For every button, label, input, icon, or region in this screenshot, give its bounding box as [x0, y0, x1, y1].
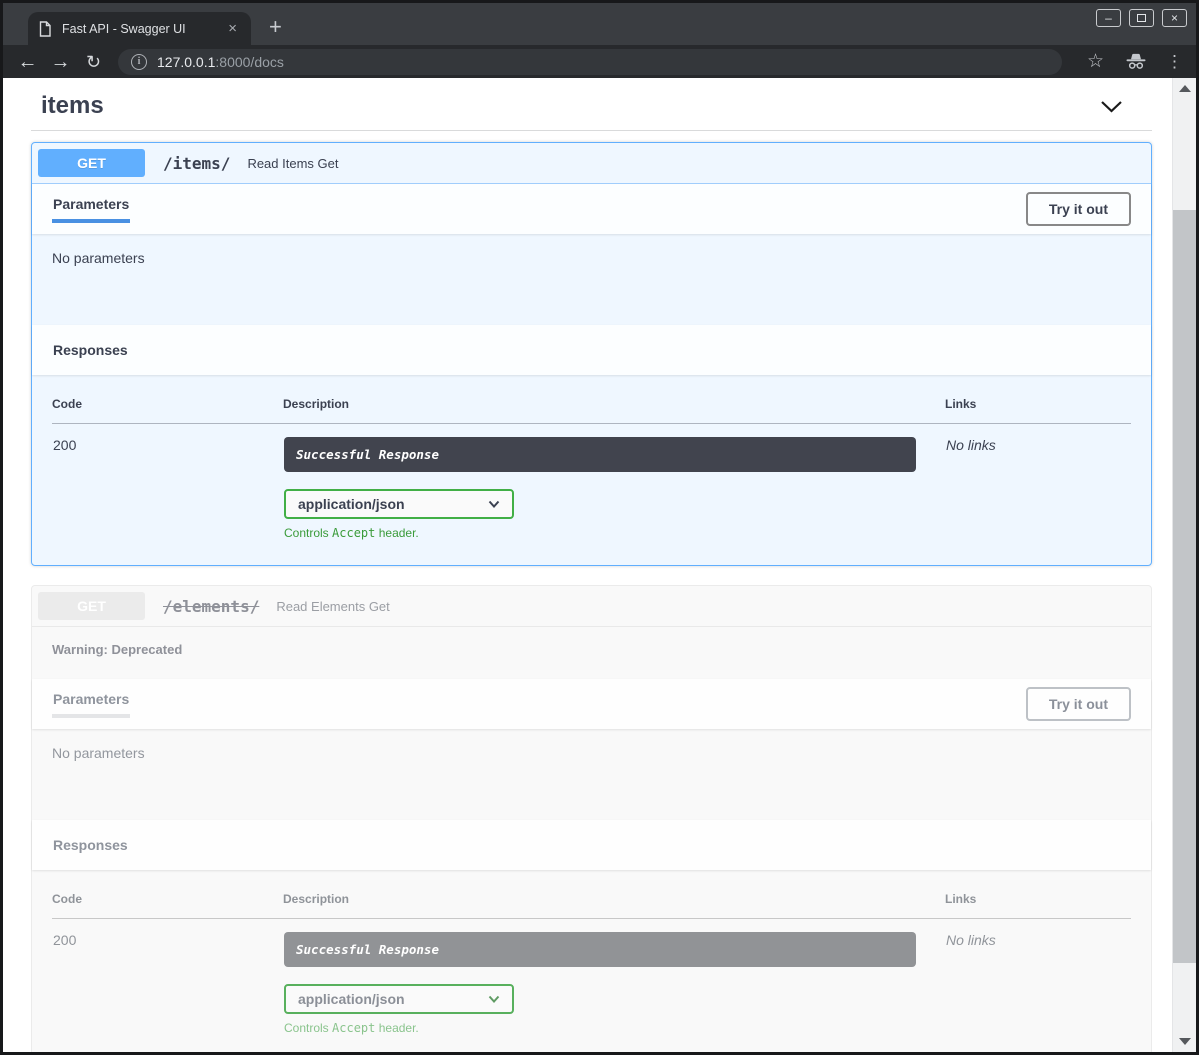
page-favicon-icon: [38, 21, 52, 37]
browser-menu-icon[interactable]: ⋮: [1166, 52, 1183, 72]
incognito-icon: [1124, 53, 1148, 70]
tab-parameters[interactable]: Parameters: [52, 196, 130, 223]
reload-button[interactable]: ↻: [77, 52, 110, 72]
operation-summary[interactable]: GET /items/ Read Items Get: [32, 143, 1151, 184]
bookmark-star-icon[interactable]: ☆: [1087, 50, 1104, 73]
operation-path: /items/: [163, 154, 230, 173]
deprecation-warning: Warning: Deprecated: [32, 627, 1151, 679]
responses-header: Responses: [32, 325, 1151, 375]
operation-path: /elements/: [163, 597, 259, 616]
site-info-icon[interactable]: i: [131, 54, 147, 70]
no-parameters-text: No parameters: [52, 745, 145, 761]
forward-button[interactable]: →: [44, 52, 77, 72]
url-host: 127.0.0.1: [157, 54, 215, 70]
method-badge: GET: [38, 592, 145, 620]
new-tab-button[interactable]: +: [269, 16, 282, 38]
no-parameters-text: No parameters: [52, 250, 145, 266]
maximize-icon: [1137, 14, 1146, 22]
parameters-body: No parameters: [32, 729, 1151, 820]
back-button[interactable]: ←: [11, 52, 44, 72]
parameters-body: No parameters: [32, 234, 1151, 325]
table-row: 200 Successful Response application/json: [52, 424, 1131, 542]
links-value: No links: [945, 919, 1131, 1037]
status-code: 200: [52, 424, 283, 542]
try-it-out-button[interactable]: Try it out: [1026, 687, 1131, 721]
accept-header-note: Controls Accept header.: [284, 526, 944, 540]
tag-title: items: [41, 92, 104, 120]
operation-summary[interactable]: GET /elements/ Read Elements Get: [32, 586, 1151, 627]
column-header-description: Description: [283, 387, 945, 424]
chevron-down-icon: [488, 995, 500, 1003]
responses-table: Code Description Links 200 Successful Re…: [52, 882, 1131, 1036]
column-header-code: Code: [52, 882, 283, 919]
responses-table: Code Description Links 200 Successful Re…: [52, 387, 1131, 541]
browser-tab[interactable]: Fast API - Swagger UI ×: [28, 12, 251, 45]
collapse-chevron-icon[interactable]: [1096, 96, 1127, 117]
column-header-code: Code: [52, 387, 283, 424]
tab-parameters[interactable]: Parameters: [52, 691, 130, 718]
media-type-select[interactable]: application/json: [284, 984, 514, 1014]
accept-header-note: Controls Accept header.: [284, 1021, 944, 1035]
page-viewport: items GET /items/ Read Items Get Paramet…: [3, 78, 1196, 1052]
url-path: :8000/docs: [215, 54, 284, 70]
opblock-get-elements-deprecated: GET /elements/ Read Elements Get Warning…: [31, 585, 1152, 1052]
tag-section-header: items: [31, 90, 1152, 131]
scrollbar[interactable]: [1172, 78, 1196, 1052]
scroll-down-arrow-icon[interactable]: [1179, 1038, 1191, 1045]
parameters-header: Parameters Try it out: [32, 679, 1151, 729]
responses-title: Responses: [52, 342, 129, 358]
scrollbar-thumb[interactable]: [1173, 210, 1196, 963]
tab-close-icon[interactable]: ×: [224, 21, 241, 36]
tab-strip: Fast API - Swagger UI × + – ×: [3, 3, 1196, 45]
responses-title: Responses: [52, 837, 129, 853]
browser-window: Fast API - Swagger UI × + – × ← → ↻ i 12…: [0, 0, 1199, 1055]
response-description-panel: Successful Response: [284, 932, 916, 967]
swagger-page: items GET /items/ Read Items Get Paramet…: [3, 78, 1172, 1052]
address-bar[interactable]: i 127.0.0.1:8000/docs: [118, 49, 1062, 75]
responses-body: Code Description Links 200 Successful Re…: [32, 375, 1151, 565]
minimize-button[interactable]: –: [1096, 9, 1121, 27]
operation-summary-text: Read Items Get: [247, 156, 338, 171]
browser-toolbar: ← → ↻ i 127.0.0.1:8000/docs ☆ ⋮: [3, 45, 1196, 78]
tab-title: Fast API - Swagger UI: [62, 22, 224, 36]
responses-header: Responses: [32, 820, 1151, 870]
column-header-description: Description: [283, 882, 945, 919]
response-description-panel: Successful Response: [284, 437, 916, 472]
maximize-button[interactable]: [1129, 9, 1154, 27]
method-badge: GET: [38, 149, 145, 177]
window-controls: – ×: [1096, 9, 1187, 27]
try-it-out-button[interactable]: Try it out: [1026, 192, 1131, 226]
close-window-button[interactable]: ×: [1162, 9, 1187, 27]
active-tab-indicator: [52, 714, 130, 718]
status-code: 200: [52, 919, 283, 1037]
column-header-links: Links: [945, 387, 1131, 424]
operation-summary-text: Read Elements Get: [276, 599, 389, 614]
active-tab-indicator: [52, 219, 130, 223]
column-header-links: Links: [945, 882, 1131, 919]
media-type-select[interactable]: application/json: [284, 489, 514, 519]
links-value: No links: [945, 424, 1131, 542]
chevron-down-icon: [488, 500, 500, 508]
parameters-header: Parameters Try it out: [32, 184, 1151, 234]
table-row: 200 Successful Response application/json: [52, 919, 1131, 1037]
opblock-get-items: GET /items/ Read Items Get Parameters Tr…: [31, 142, 1152, 566]
scroll-up-arrow-icon[interactable]: [1179, 85, 1191, 92]
responses-body: Code Description Links 200 Successful Re…: [32, 870, 1151, 1052]
